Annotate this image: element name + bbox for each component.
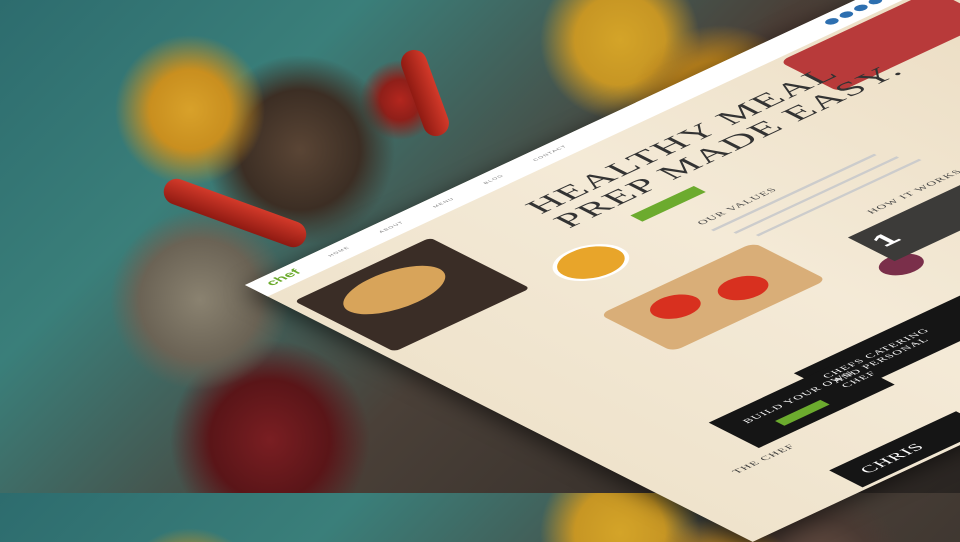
- chili-pepper: [397, 46, 453, 140]
- facebook-icon: [822, 16, 842, 26]
- tomato-board: [599, 242, 827, 352]
- twitter-icon: [836, 10, 856, 20]
- nav-item: CONTACT: [532, 144, 569, 162]
- website-mockup: chef HOME ABOUT MENU BLOG CONTACT HEALTH…: [245, 0, 960, 542]
- turmeric-bowl: [537, 236, 645, 289]
- step-number: 1: [864, 229, 908, 251]
- nav-item: HOME: [327, 246, 352, 258]
- nav-item: BLOG: [482, 174, 506, 186]
- nav-item: ABOUT: [378, 220, 406, 234]
- values-title: OUR VALUES: [694, 185, 780, 227]
- step-card: 1: [847, 174, 960, 262]
- instagram-icon: [865, 0, 885, 6]
- chili-pepper: [160, 175, 310, 251]
- pinterest-icon: [851, 3, 871, 13]
- chef-title: THE CHEF: [729, 442, 798, 475]
- logo: chef: [263, 267, 305, 288]
- nav-item: MENU: [432, 197, 457, 209]
